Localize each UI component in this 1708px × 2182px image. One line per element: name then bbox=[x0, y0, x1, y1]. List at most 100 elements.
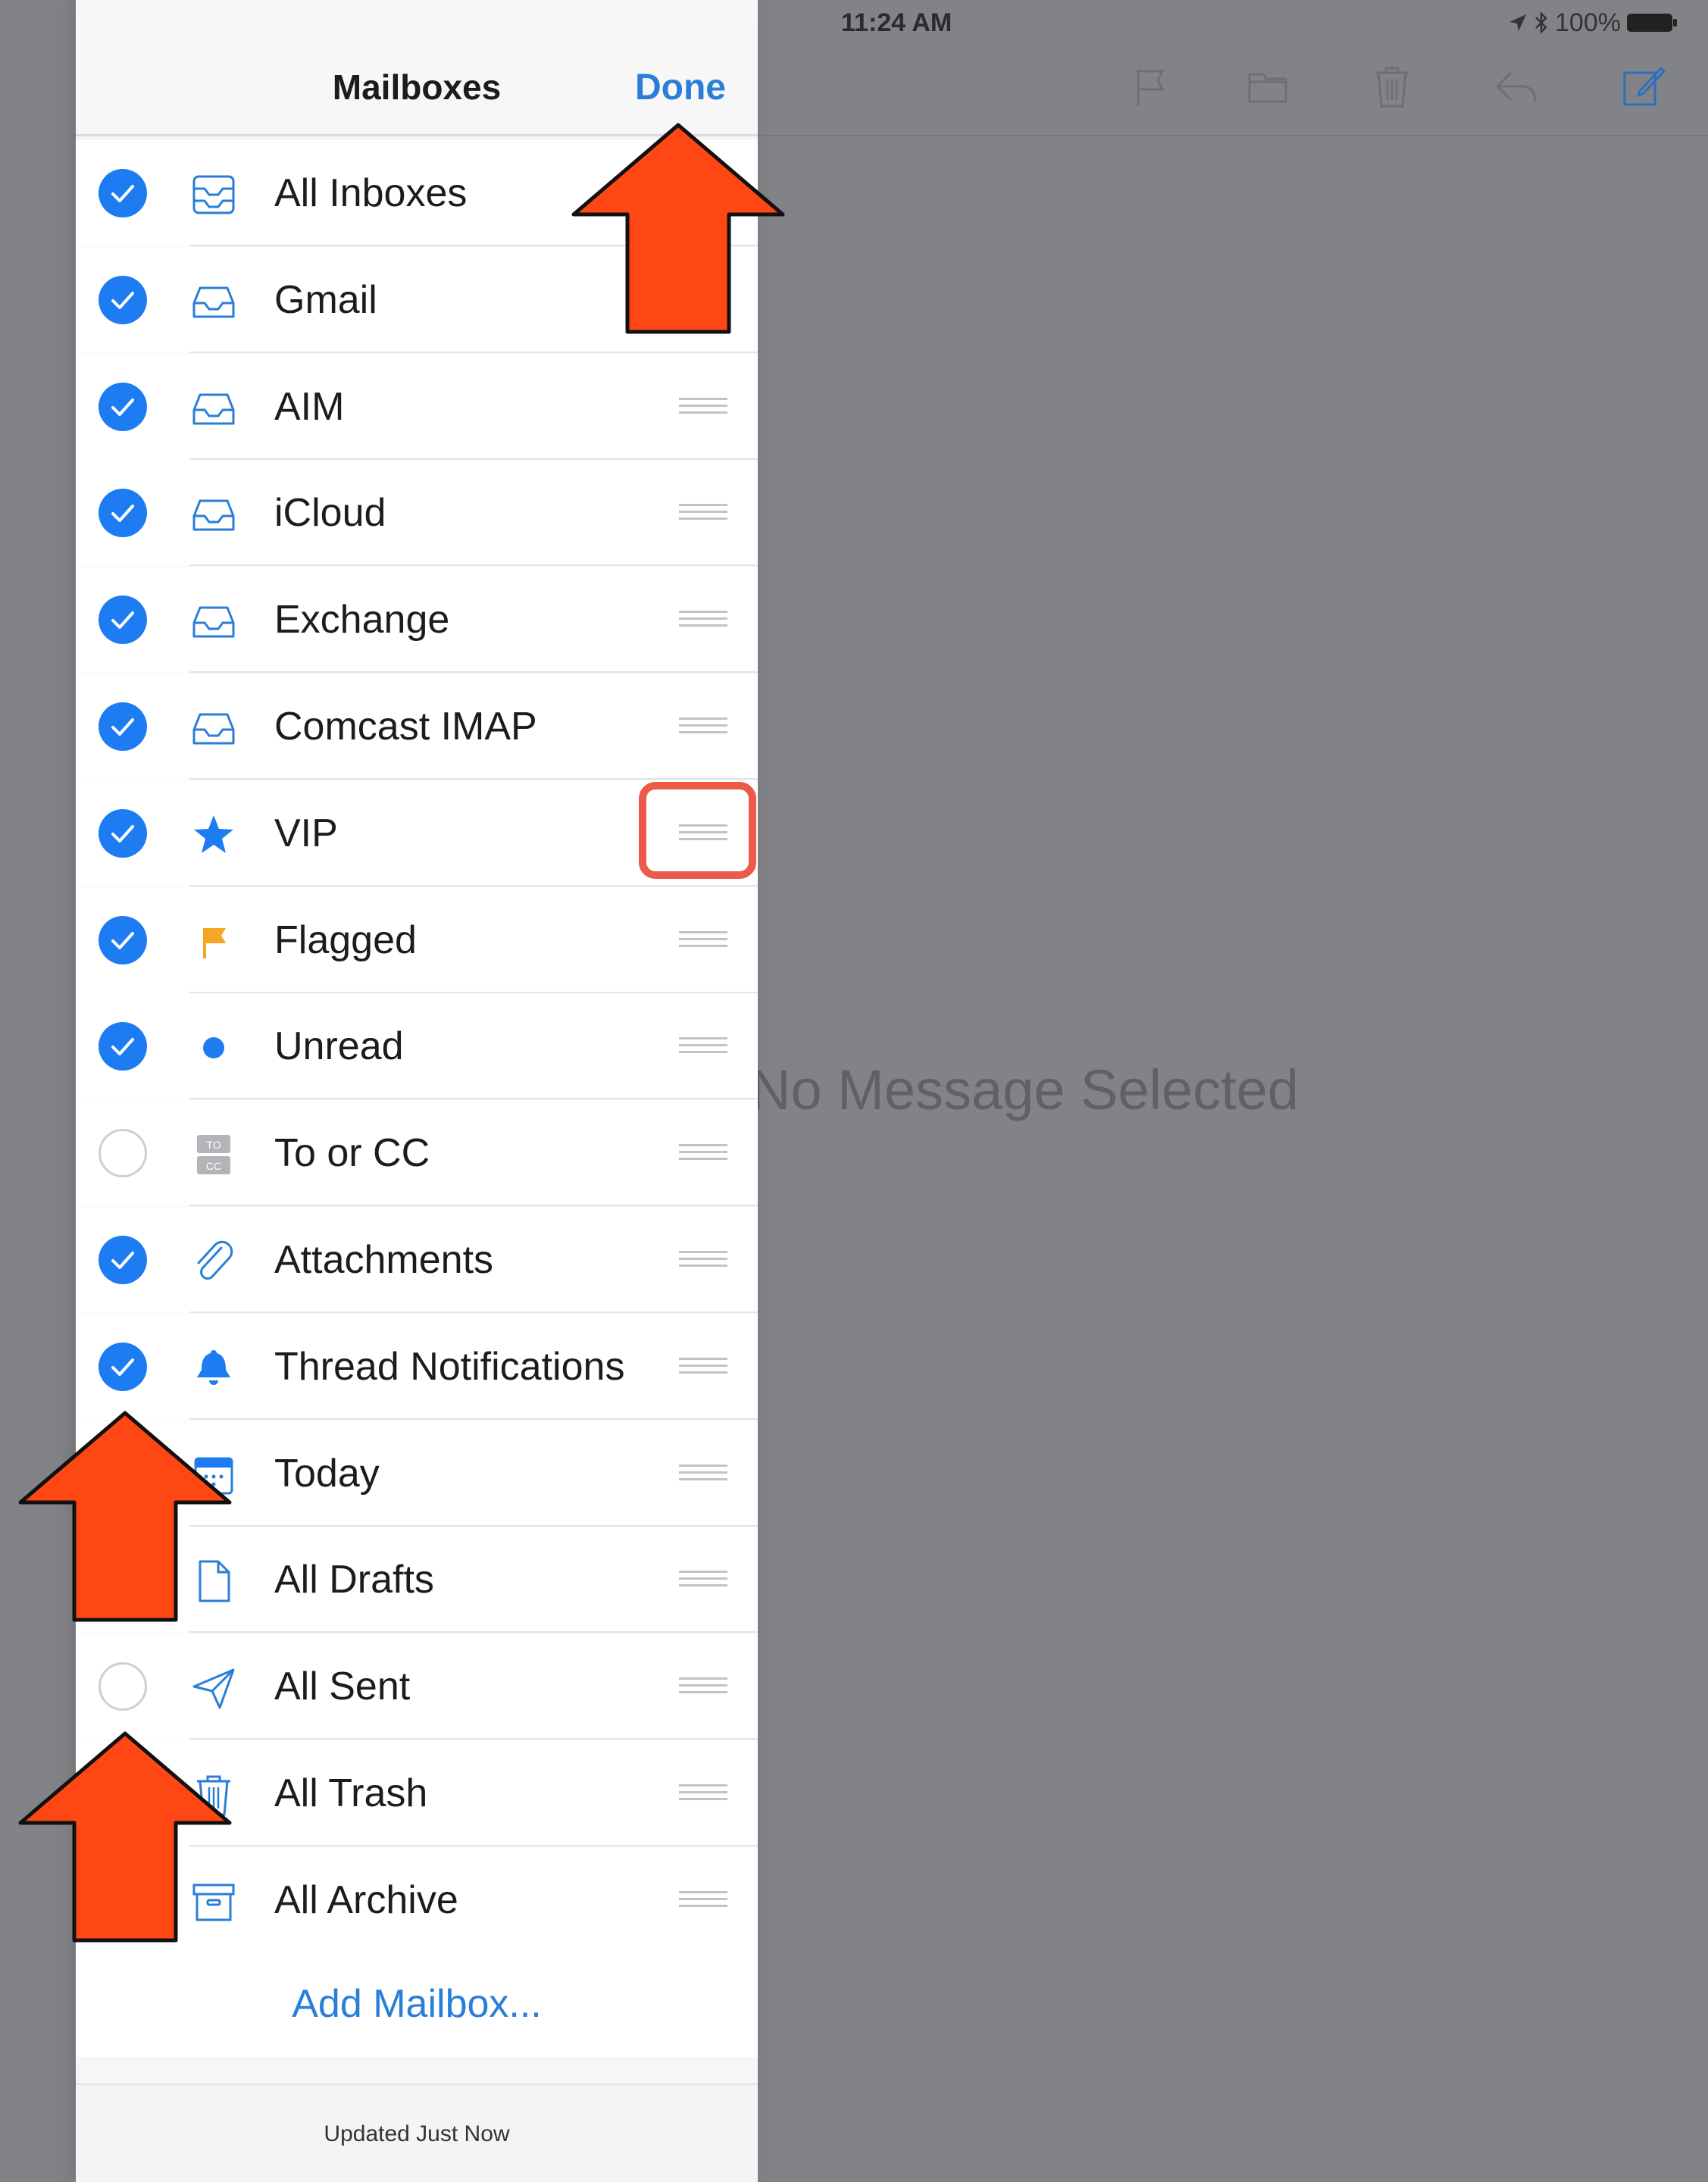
checkmark-icon bbox=[111, 505, 134, 523]
mailbox-checkbox[interactable] bbox=[99, 1129, 147, 1178]
updated-status: Updated Just Now bbox=[324, 2121, 510, 2146]
all-inboxes-icon bbox=[189, 170, 238, 219]
mailbox-row-thread-notifications[interactable]: Thread Notifications bbox=[76, 1313, 758, 1420]
checkmark-icon bbox=[111, 1252, 134, 1269]
row-separator bbox=[189, 991, 758, 993]
folder-icon bbox=[1248, 73, 1287, 103]
reorder-handle-icon[interactable] bbox=[679, 930, 727, 949]
row-separator bbox=[189, 884, 758, 886]
row-separator bbox=[189, 1524, 758, 1527]
inbox-icon bbox=[189, 277, 238, 326]
mailbox-row-unread[interactable]: Unread bbox=[76, 993, 758, 1100]
mailbox-checkbox[interactable] bbox=[99, 1022, 147, 1071]
add-mailbox-row[interactable]: Add Mailbox... bbox=[76, 1951, 758, 2057]
toolbar-flag-button[interactable] bbox=[1118, 56, 1179, 117]
up-arrow-done bbox=[571, 123, 785, 334]
reorder-handle-icon[interactable] bbox=[679, 1144, 727, 1162]
add-mailbox-button[interactable]: Add Mailbox... bbox=[76, 1951, 758, 2057]
mailbox-label: Exchange bbox=[274, 598, 450, 642]
to-cc-icon: TO CC bbox=[189, 1130, 238, 1179]
mailbox-label: All Inboxes bbox=[274, 171, 468, 215]
grab-handle-highlight bbox=[639, 782, 756, 879]
inbox-icon bbox=[189, 384, 238, 433]
reorder-handle-icon[interactable] bbox=[679, 397, 727, 416]
footer: Updated Just Now bbox=[76, 2084, 758, 2182]
reorder-handle-icon[interactable] bbox=[679, 504, 727, 522]
mailbox-row-all-sent[interactable]: All Sent bbox=[76, 1633, 758, 1740]
row-separator bbox=[189, 1098, 758, 1100]
mailbox-checkbox[interactable] bbox=[99, 1342, 147, 1391]
row-separator bbox=[189, 458, 758, 460]
bluetooth-icon bbox=[1535, 11, 1547, 35]
mailbox-checkbox[interactable] bbox=[99, 169, 147, 217]
flag-icon bbox=[1137, 70, 1165, 106]
trash-icon bbox=[1375, 67, 1409, 108]
mailbox-label: Comcast IMAP bbox=[274, 705, 537, 749]
mailbox-row-to-or-cc[interactable]: TO CC To or CC bbox=[76, 1100, 758, 1207]
checkmark-icon bbox=[111, 931, 134, 949]
row-separator bbox=[189, 1418, 758, 1420]
row-separator bbox=[189, 778, 758, 780]
reorder-handle-icon[interactable] bbox=[679, 1890, 727, 1909]
mailbox-label: Unread bbox=[274, 1024, 404, 1069]
checkmark-icon bbox=[111, 1358, 134, 1376]
mailbox-row-icloud[interactable]: iCloud bbox=[76, 460, 758, 567]
mailbox-checkbox[interactable] bbox=[99, 1236, 147, 1284]
reorder-handle-icon[interactable] bbox=[679, 611, 727, 629]
mailbox-label: Attachments bbox=[274, 1238, 494, 1282]
paperclip-icon bbox=[189, 1237, 238, 1286]
reorder-handle-icon[interactable] bbox=[679, 1357, 727, 1376]
row-separator bbox=[189, 1631, 758, 1633]
reorder-handle-icon[interactable] bbox=[679, 1677, 727, 1696]
checkmark-icon bbox=[111, 291, 134, 309]
mailbox-checkbox[interactable] bbox=[99, 915, 147, 964]
up-arrow-all-trash bbox=[18, 1731, 232, 1943]
reorder-handle-icon[interactable] bbox=[679, 1251, 727, 1269]
row-separator bbox=[189, 351, 758, 353]
reorder-handle-icon[interactable] bbox=[679, 1464, 727, 1483]
mailbox-row-exchange[interactable]: Exchange bbox=[76, 567, 758, 674]
mailbox-label: AIM bbox=[274, 384, 345, 429]
done-button[interactable]: Done bbox=[635, 67, 726, 108]
inbox-icon bbox=[189, 597, 238, 646]
mailbox-row-attachments[interactable]: Attachments bbox=[76, 1207, 758, 1313]
inbox-icon bbox=[189, 490, 238, 539]
row-separator bbox=[189, 1845, 758, 1846]
mailbox-checkbox[interactable] bbox=[99, 1662, 147, 1712]
checkmark-icon bbox=[111, 185, 134, 202]
row-separator bbox=[189, 564, 758, 567]
battery-percent: 100% bbox=[1555, 8, 1621, 37]
reorder-handle-icon[interactable] bbox=[679, 1784, 727, 1802]
inbox-icon bbox=[189, 704, 238, 752]
location-icon bbox=[1509, 14, 1526, 31]
row-separator bbox=[189, 1311, 758, 1313]
bell-icon bbox=[189, 1344, 238, 1393]
toolbar-folder-button[interactable] bbox=[1237, 56, 1298, 117]
mailbox-row-comcast-imap[interactable]: Comcast IMAP bbox=[76, 674, 758, 780]
cc-label: CC bbox=[206, 1160, 221, 1172]
mailbox-label: All Archive bbox=[274, 1877, 458, 1922]
toolbar-divider bbox=[758, 135, 1708, 136]
row-separator bbox=[189, 671, 758, 674]
row-separator bbox=[189, 1738, 758, 1740]
toolbar-trash-button[interactable] bbox=[1362, 56, 1422, 117]
checkmark-icon bbox=[111, 718, 134, 736]
toolbar-compose-button[interactable] bbox=[1613, 56, 1673, 117]
toolbar-reply-button[interactable] bbox=[1485, 56, 1546, 117]
mailbox-checkbox[interactable] bbox=[99, 808, 147, 858]
mailbox-checkbox[interactable] bbox=[99, 702, 147, 751]
mailbox-row-aim[interactable]: AIM bbox=[76, 353, 758, 460]
mailbox-checkbox[interactable] bbox=[99, 275, 147, 324]
reply-icon bbox=[1496, 71, 1537, 102]
checkmark-icon bbox=[111, 824, 134, 842]
up-arrow-today bbox=[18, 1411, 232, 1622]
status-right: 100% bbox=[1508, 0, 1678, 45]
mailbox-checkbox[interactable] bbox=[99, 382, 147, 431]
reorder-handle-icon[interactable] bbox=[679, 1037, 727, 1055]
mailbox-label: iCloud bbox=[274, 491, 386, 536]
mailbox-row-flagged[interactable]: Flagged bbox=[76, 886, 758, 993]
mailbox-checkbox[interactable] bbox=[99, 489, 147, 538]
reorder-handle-icon[interactable] bbox=[679, 717, 727, 736]
reorder-handle-icon[interactable] bbox=[679, 1571, 727, 1589]
mailbox-checkbox[interactable] bbox=[99, 596, 147, 645]
